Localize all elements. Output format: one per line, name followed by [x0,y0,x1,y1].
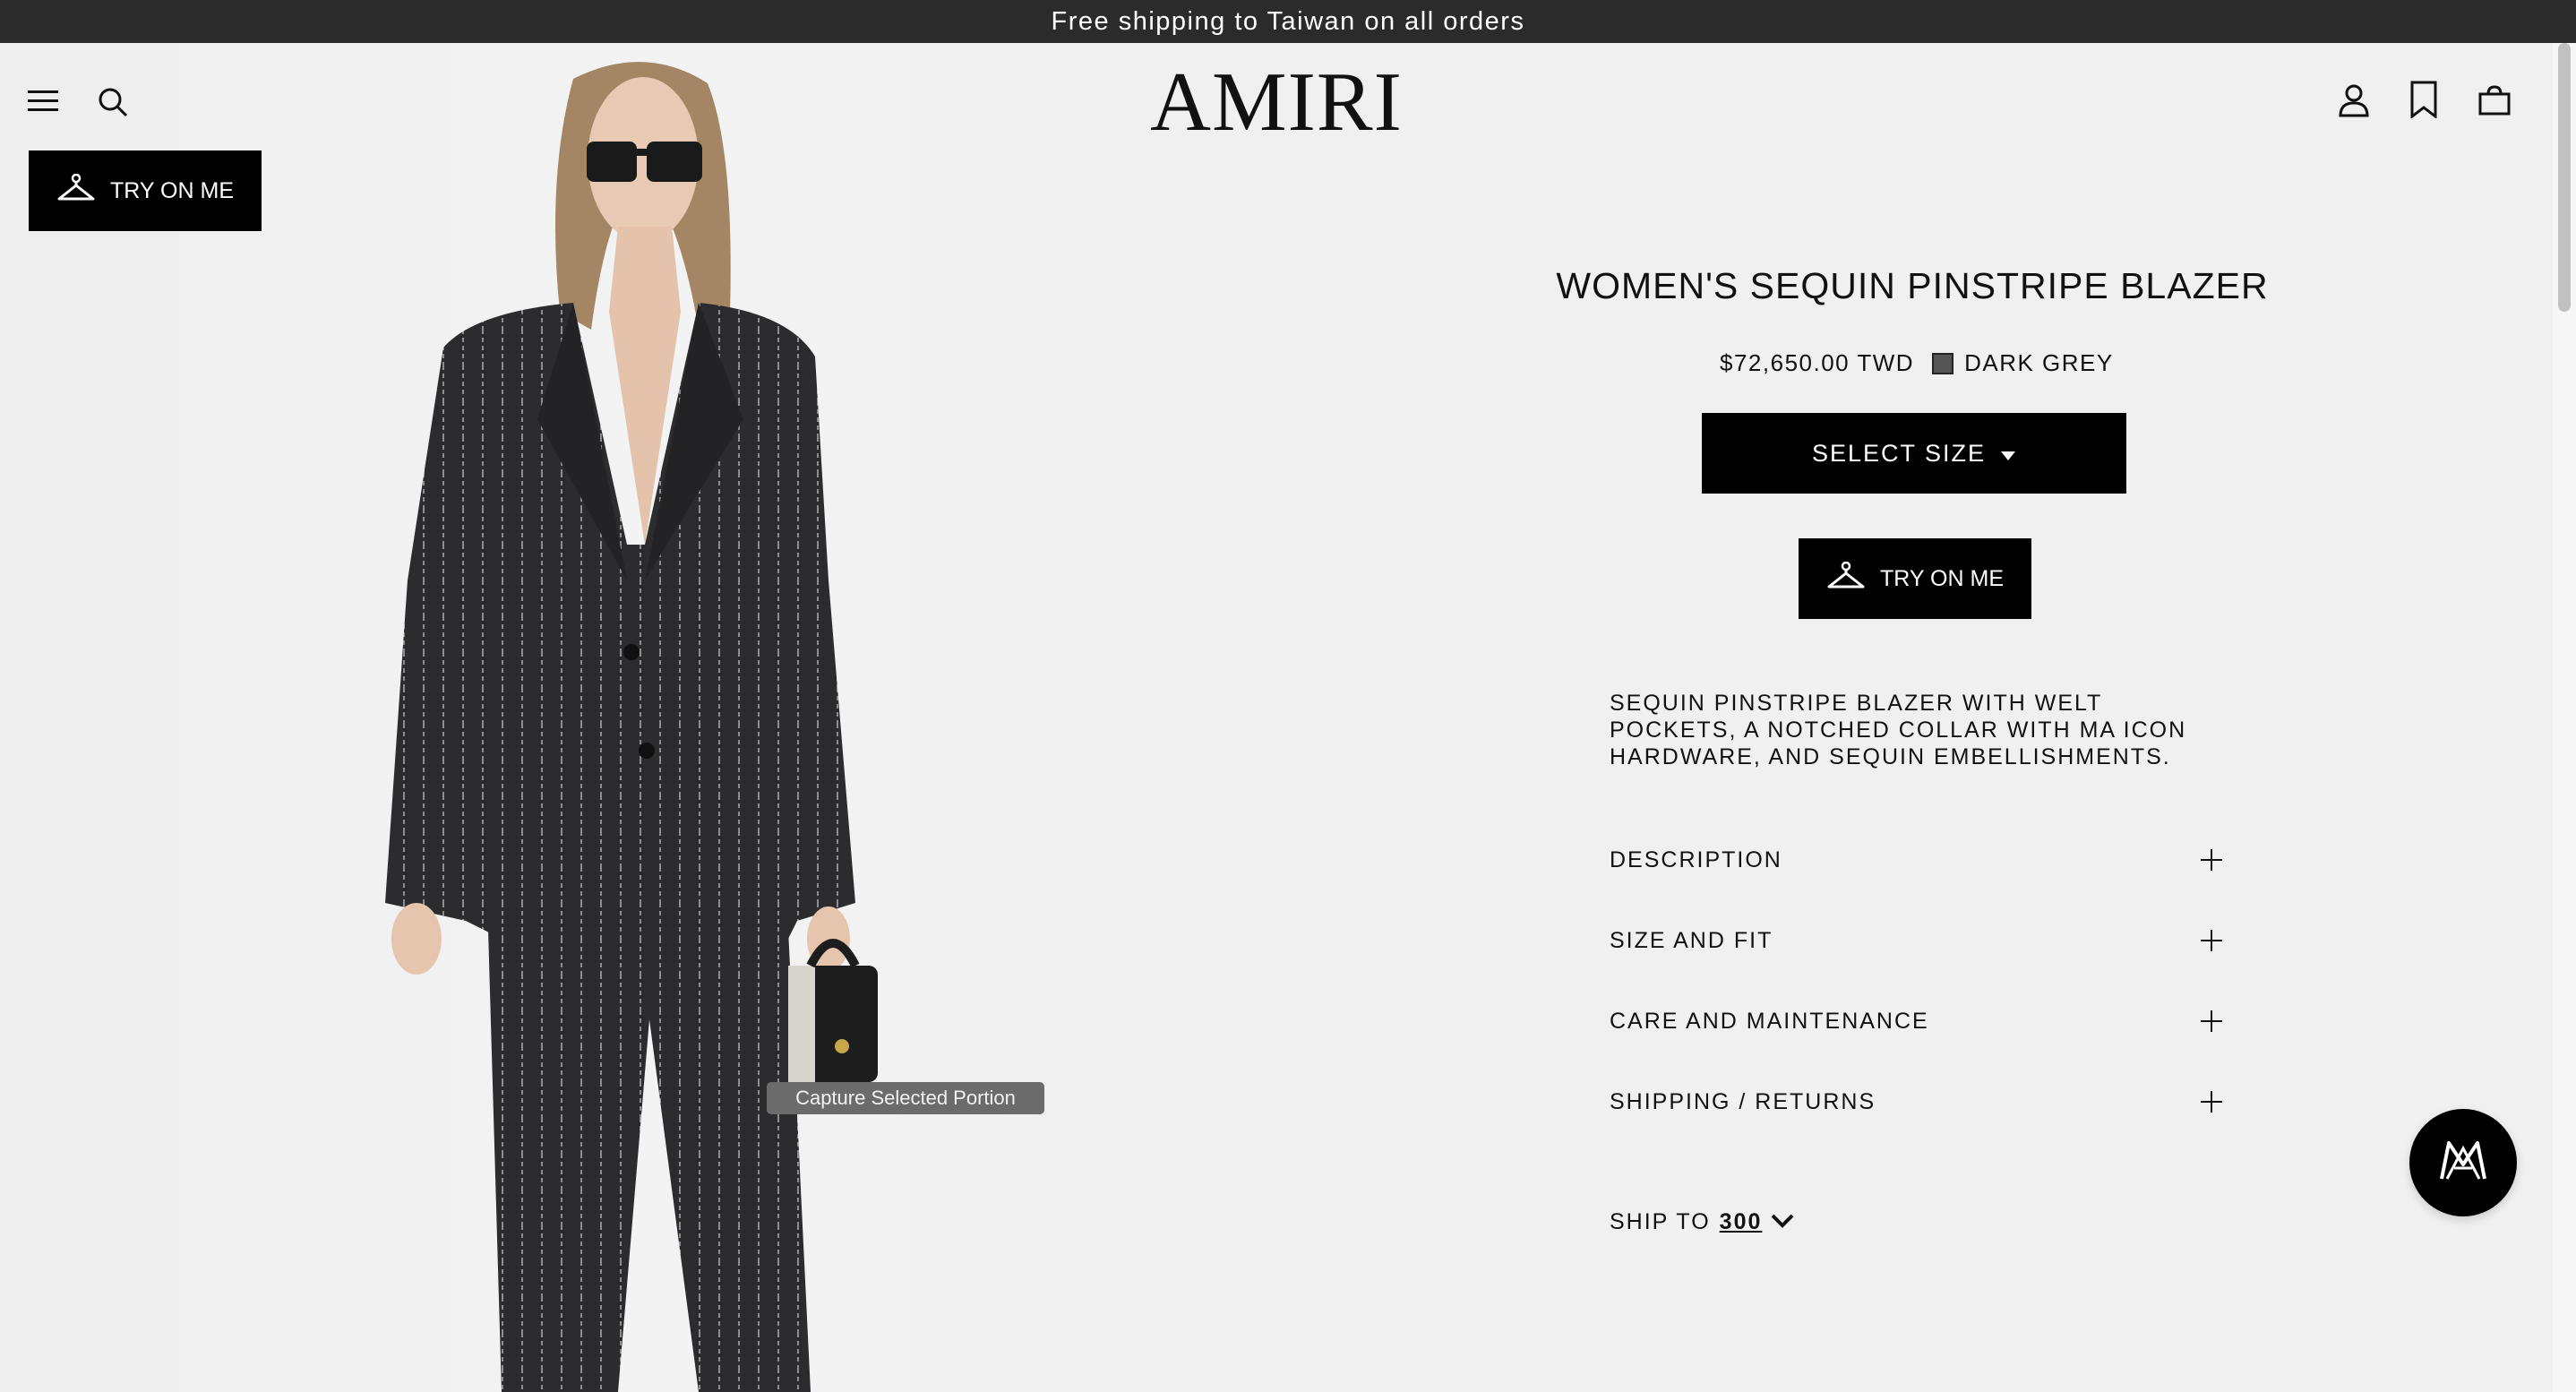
product-price: $72,650.00 TWD [1720,349,1915,376]
accordion-shipping-returns[interactable]: SHIPPING / RETURNS [1610,1075,2222,1129]
accordion-label: DESCRIPTION [1610,846,1782,872]
color-swatch [1932,352,1954,374]
try-on-button[interactable]: TRY ON ME [1799,538,2031,619]
shipping-banner-text: Free shipping to Taiwan on all orders [1051,6,1525,36]
accordion-label: SHIPPING / RETURNS [1610,1088,1876,1114]
scrollbar-thumb[interactable] [2558,43,2571,312]
scrollbar[interactable] [2553,43,2576,1392]
hanger-icon [56,173,96,209]
caret-down-icon [2000,440,2016,468]
color-name: DARK GREY [1964,349,2114,376]
try-on-label: TRY ON ME [1880,565,2004,591]
ship-to-value[interactable]: 300 [1720,1209,1763,1235]
chevron-down-icon[interactable] [1771,1209,1794,1235]
accordion-care[interactable]: CARE AND MAINTENANCE [1610,994,2222,1048]
accordion-label: CARE AND MAINTENANCE [1610,1008,1929,1034]
account-icon[interactable] [2336,81,2372,120]
brand-logo[interactable]: AMIRI [1039,56,1514,149]
price-color-row: $72,650.00 TWD DARK GREY [1720,349,2114,377]
color-indicator: DARK GREY [1932,349,2114,377]
ma-monogram-icon [2436,1136,2490,1190]
plus-icon [2201,930,2222,951]
accordion-size-fit[interactable]: SIZE AND FIT [1610,914,2222,967]
product-title: WOMEN'S SEQUIN PINSTRIPE BLAZER [1556,265,2269,306]
search-icon[interactable] [95,84,131,120]
product-blurb: SEQUIN PINSTRIPE BLAZER WITH WELT POCKET… [1610,691,2187,769]
plus-icon [2201,1010,2222,1032]
select-size-label: SELECT SIZE [1811,439,1987,467]
plus-icon [2201,849,2222,871]
bookmark-icon[interactable] [2408,79,2440,120]
hanger-icon [1826,561,1866,597]
product-image[interactable] [0,43,1111,1392]
accordion-label: SIZE AND FIT [1610,927,1773,953]
ship-to-label: SHIP TO [1610,1209,1711,1234]
shipping-banner: Free shipping to Taiwan on all orders [0,0,2576,43]
plus-icon [2201,1091,2222,1113]
accordion-description[interactable]: DESCRIPTION [1610,833,2222,887]
capture-tooltip: Capture Selected Portion [767,1082,1044,1114]
menu-icon[interactable] [25,86,61,116]
chat-button[interactable] [2409,1109,2517,1216]
try-on-label: TRY ON ME [110,177,234,203]
select-size-button[interactable]: SELECT SIZE [1702,413,2126,494]
ship-to: SHIP TO 300 [1610,1209,1794,1235]
model-illustration [385,62,878,1392]
try-on-button-top[interactable]: TRY ON ME [29,150,262,231]
bag-icon[interactable] [2476,82,2513,118]
